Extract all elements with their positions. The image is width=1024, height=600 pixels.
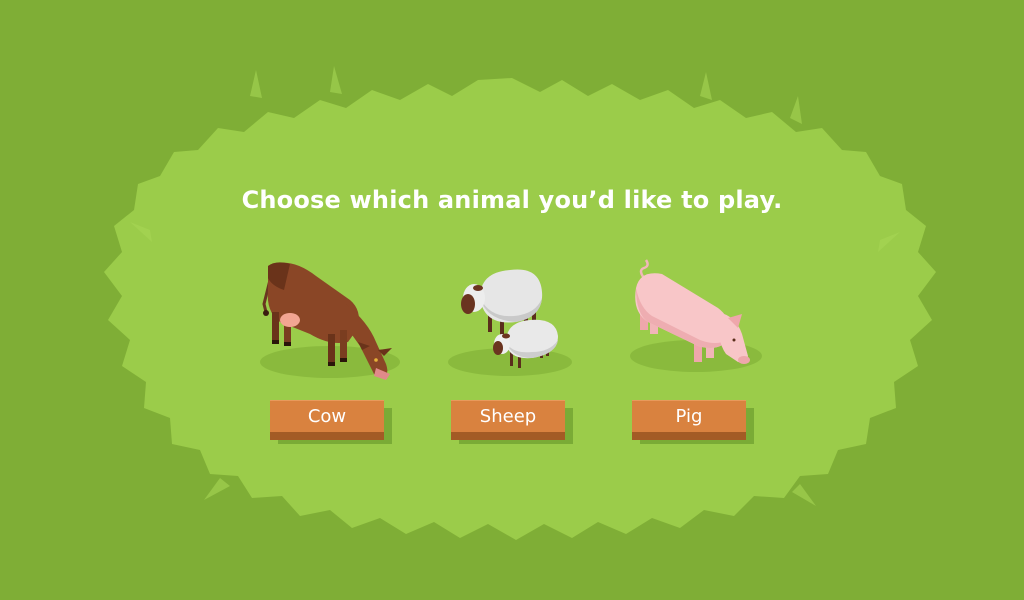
- sheep-button-label[interactable]: Sheep: [451, 400, 565, 432]
- game-screen: Choose which animal you’d like to play.: [0, 0, 1024, 600]
- sheep-icon[interactable]: [440, 258, 580, 388]
- pig-button-label[interactable]: Pig: [632, 400, 746, 432]
- pig-icon[interactable]: [618, 258, 768, 388]
- cow-icon[interactable]: [250, 250, 410, 390]
- cow-button[interactable]: Cow: [270, 400, 392, 444]
- choose-animal-prompt: Choose which animal you’d like to play.: [241, 186, 783, 214]
- sheep-button[interactable]: Sheep: [451, 400, 573, 444]
- cow-button-label[interactable]: Cow: [270, 400, 384, 432]
- pig-button[interactable]: Pig: [632, 400, 754, 444]
